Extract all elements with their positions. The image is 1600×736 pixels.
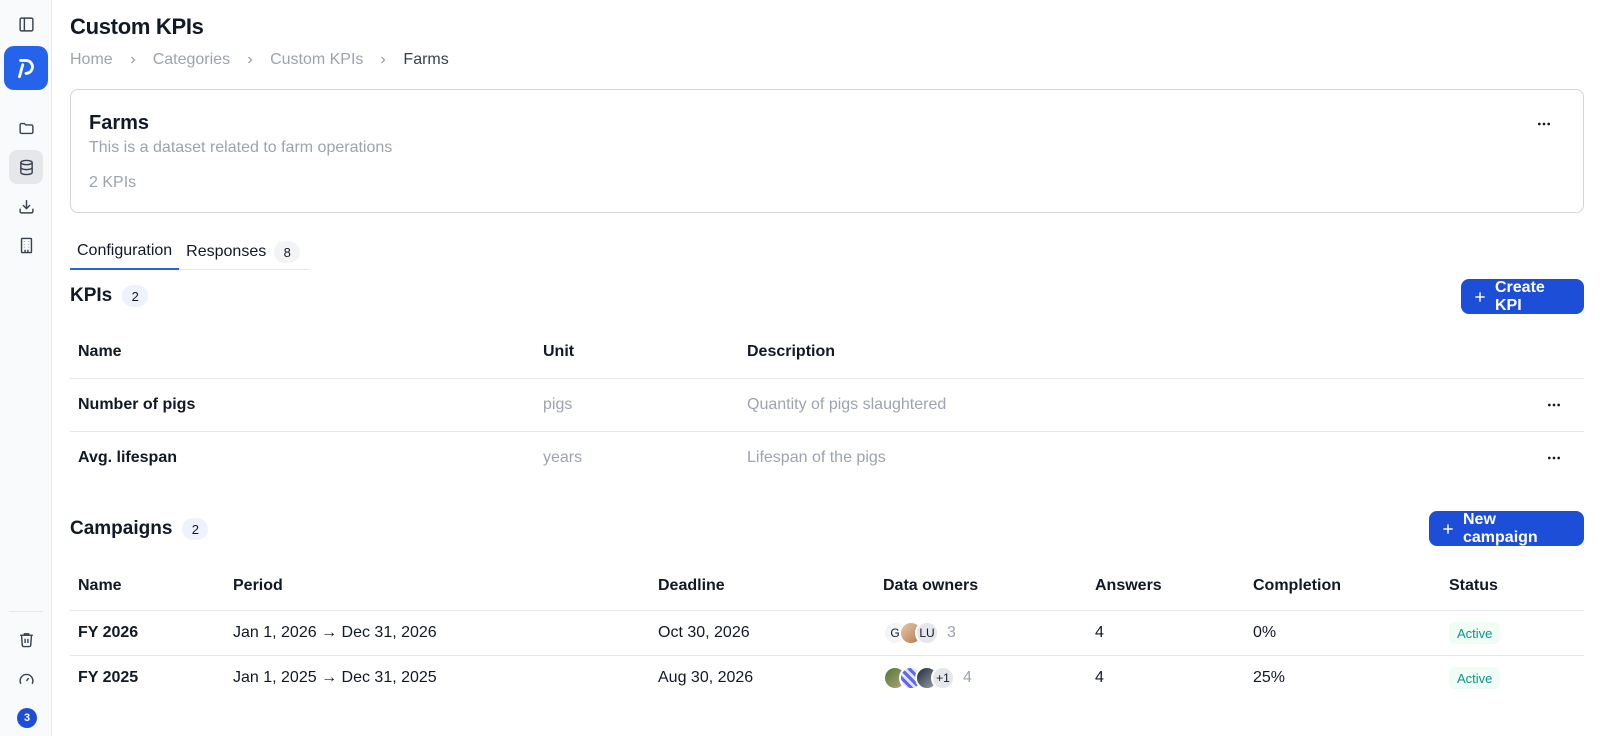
plus-icon xyxy=(1473,290,1487,304)
dataset-kpi-count: 2 KPIs xyxy=(89,174,137,191)
tab-label: Responses xyxy=(186,243,267,260)
kpi-name: Avg. lifespan xyxy=(78,449,177,466)
table-row[interactable]: Number of pigs pigs Quantity of pigs sla… xyxy=(70,379,1584,432)
data-owners-count: 3 xyxy=(947,624,956,641)
campaign-completion: 25% xyxy=(1253,669,1286,686)
campaign-completion: 0% xyxy=(1253,624,1277,641)
table-row[interactable]: FY 2025 Jan 1, 2025 → Dec 31, 2025 Aug 3… xyxy=(70,656,1584,701)
status-badge: Active xyxy=(1449,622,1501,644)
page-title: Custom KPIs xyxy=(70,14,204,39)
breadcrumb: Home Categories Custom KPIs Farms xyxy=(70,51,449,69)
data-owners-avatars[interactable]: +1 4 xyxy=(883,666,972,690)
campaign-period: Jan 1, 2025 → Dec 31, 2025 xyxy=(233,669,437,686)
kpis-table: Name Unit Description Number of pigs pig… xyxy=(70,329,1584,485)
new-campaign-label: New campaign xyxy=(1463,510,1538,546)
kpi-unit: pigs xyxy=(543,396,573,413)
section-title-label: KPIs xyxy=(70,285,113,306)
breadcrumb-categories[interactable]: Categories xyxy=(153,51,230,69)
kpi-unit: years xyxy=(543,449,583,466)
dataset-card: Farms This is a dataset related to farm … xyxy=(70,89,1584,213)
tab-responses[interactable]: Responses 8 xyxy=(179,234,307,270)
section-title-label: Campaigns xyxy=(70,518,173,539)
row-more-button[interactable] xyxy=(1540,444,1568,472)
create-kpi-button[interactable]: Create KPI xyxy=(1461,279,1584,314)
campaign-period: Jan 1, 2026 → Dec 31, 2026 xyxy=(233,624,437,641)
campaigns-count-badge: 2 xyxy=(182,518,209,540)
panel-toggle-icon[interactable] xyxy=(9,7,43,41)
column-header-name: Name xyxy=(78,577,122,594)
kpi-name: Number of pigs xyxy=(78,396,196,413)
kpis-section-title: KPIs 2 xyxy=(70,285,149,307)
column-header-completion: Completion xyxy=(1253,577,1341,594)
chevron-right-icon xyxy=(127,54,139,66)
column-header-answers: Answers xyxy=(1095,577,1162,594)
more-horizontal-icon xyxy=(1538,122,1550,126)
campaign-deadline: Aug 30, 2026 xyxy=(658,669,754,686)
data-owners-avatars[interactable]: G LU 3 xyxy=(883,621,956,645)
column-header-description: Description xyxy=(747,343,836,360)
column-header-deadline: Deadline xyxy=(658,577,725,594)
row-more-button[interactable] xyxy=(1540,391,1568,419)
table-row[interactable]: FY 2026 Jan 1, 2026 → Dec 31, 2026 Oct 3… xyxy=(70,611,1584,656)
status-badge: Active xyxy=(1449,667,1501,689)
campaign-answers: 4 xyxy=(1095,669,1104,686)
campaigns-table: Name Period Deadline Data owners Answers… xyxy=(70,562,1584,701)
kpi-description: Quantity of pigs slaughtered xyxy=(747,396,947,413)
kpi-description: Lifespan of the pigs xyxy=(747,449,886,466)
gauge-icon[interactable] xyxy=(9,662,43,696)
table-header-row: Name Period Deadline Data owners Answers… xyxy=(70,562,1584,611)
column-header-period: Period xyxy=(233,577,283,594)
folder-icon[interactable] xyxy=(9,111,43,145)
table-row[interactable]: Avg. lifespan years Lifespan of the pigs xyxy=(70,432,1584,485)
campaigns-section-title: Campaigns 2 xyxy=(70,518,209,540)
column-header-unit: Unit xyxy=(543,343,575,360)
tabs: Configuration Responses 8 xyxy=(70,234,310,270)
create-kpi-label: Create KPI xyxy=(1495,278,1545,314)
trash-icon[interactable] xyxy=(9,622,43,656)
dataset-description: This is a dataset related to farm operat… xyxy=(89,139,393,156)
building-icon[interactable] xyxy=(9,228,43,262)
tab-count-badge: 8 xyxy=(274,241,301,263)
campaign-name: FY 2025 xyxy=(78,669,139,686)
column-header-data-owners: Data owners xyxy=(883,577,979,594)
kpis-count-badge: 2 xyxy=(122,285,149,307)
download-icon[interactable] xyxy=(9,189,43,223)
campaign-deadline: Oct 30, 2026 xyxy=(658,624,750,641)
avatar-overflow: +1 xyxy=(931,666,955,690)
database-icon[interactable] xyxy=(9,150,43,184)
column-header-name: Name xyxy=(78,343,122,360)
tab-label: Configuration xyxy=(77,242,173,259)
app-logo[interactable] xyxy=(4,46,48,90)
data-owners-count: 4 xyxy=(963,669,972,686)
new-campaign-button[interactable]: New campaign xyxy=(1429,511,1584,546)
chevron-right-icon xyxy=(244,54,256,66)
sidebar-divider xyxy=(9,611,43,612)
breadcrumb-custom-kpis[interactable]: Custom KPIs xyxy=(270,51,363,69)
breadcrumb-home[interactable]: Home xyxy=(70,51,113,69)
chevron-right-icon xyxy=(377,54,389,66)
dataset-name: Farms xyxy=(89,112,150,134)
tab-configuration[interactable]: Configuration xyxy=(70,234,180,270)
more-horizontal-icon xyxy=(1548,456,1560,460)
plus-icon xyxy=(1441,522,1455,536)
sidebar: 3 xyxy=(0,0,52,736)
campaign-answers: 4 xyxy=(1095,624,1104,641)
campaign-name: FY 2026 xyxy=(78,624,139,641)
breadcrumb-current: Farms xyxy=(403,51,449,68)
dataset-more-button[interactable] xyxy=(1530,110,1558,138)
table-header-row: Name Unit Description xyxy=(70,329,1584,379)
more-horizontal-icon xyxy=(1548,403,1560,407)
notification-badge[interactable]: 3 xyxy=(17,708,37,728)
column-header-status: Status xyxy=(1449,577,1498,594)
avatar: LU xyxy=(915,621,939,645)
